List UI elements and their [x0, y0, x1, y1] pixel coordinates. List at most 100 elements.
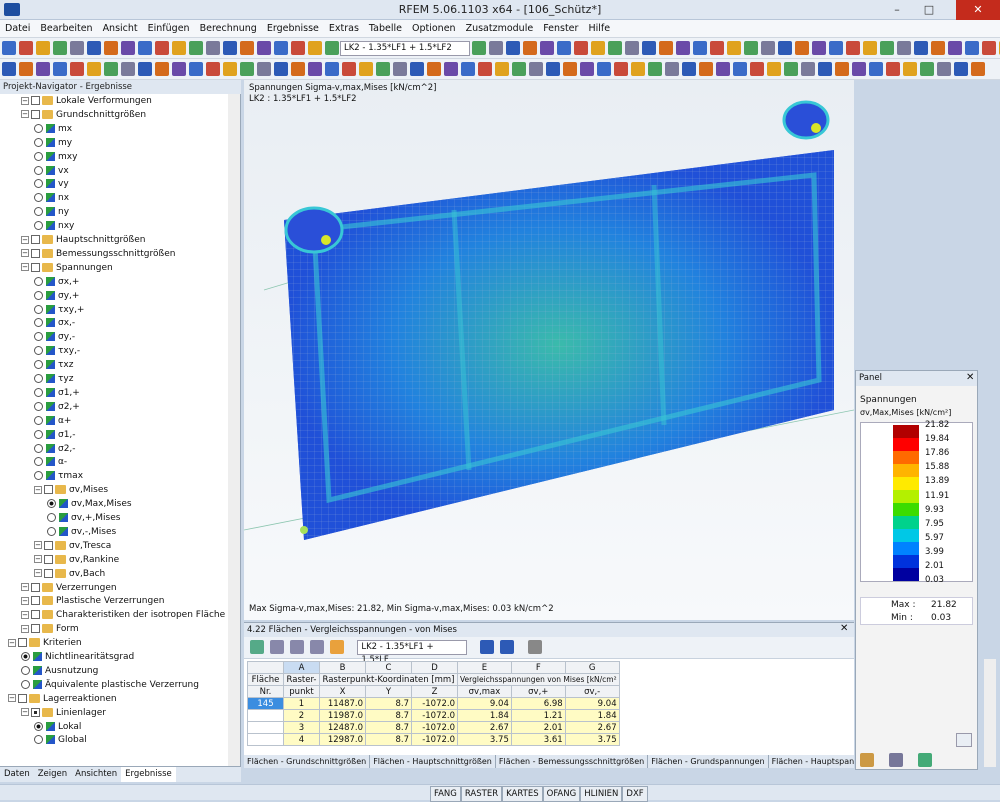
menu-ergebnisse[interactable]: Ergebnisse	[262, 20, 324, 38]
nav-item[interactable]: τxy,+	[34, 303, 84, 317]
toolbar1-tool-icon[interactable]	[189, 41, 203, 55]
toolbar1-tool-icon[interactable]	[914, 41, 928, 55]
nav-item[interactable]: σy,+	[34, 289, 79, 303]
expand-icon[interactable]: −	[21, 708, 29, 717]
toolbar1-tool-icon[interactable]	[863, 41, 877, 55]
toolbar2-tool-icon[interactable]	[563, 62, 577, 76]
toolbar2-tool-icon[interactable]	[87, 62, 101, 76]
toolbar2-tool-icon[interactable]	[835, 62, 849, 76]
scale-icon[interactable]	[888, 753, 903, 767]
expand-icon[interactable]: −	[34, 555, 42, 564]
checkbox[interactable]	[31, 596, 40, 606]
radio-button[interactable]	[34, 360, 43, 370]
toolbar1-tool-icon[interactable]	[240, 41, 254, 55]
toolbar2-tool-icon[interactable]	[376, 62, 390, 76]
nav-item[interactable]: τmax	[34, 469, 83, 483]
radio-button[interactable]	[47, 526, 56, 536]
checkbox[interactable]	[31, 248, 40, 258]
nav-item[interactable]: σ1,+	[34, 386, 80, 400]
nav-item[interactable]: ny	[34, 205, 69, 219]
toolbar1-tool-icon[interactable]	[557, 41, 571, 55]
cell-x[interactable]: 12487.0	[319, 721, 366, 734]
checkbox[interactable]	[31, 707, 40, 717]
cell-g[interactable]: 2.67	[564, 721, 620, 734]
expand-icon[interactable]: −	[8, 694, 16, 703]
checkbox[interactable]	[31, 109, 40, 119]
nav-item[interactable]: σ1,-	[34, 428, 76, 442]
radio-button[interactable]	[34, 457, 43, 467]
nav-item[interactable]: − Lokale Verformungen	[21, 94, 152, 108]
filter-icon[interactable]	[269, 640, 284, 654]
radio-button[interactable]	[21, 679, 30, 689]
nav-item[interactable]: − Lagerreaktionen	[8, 692, 117, 706]
radio-button[interactable]	[34, 443, 43, 453]
column-letter[interactable]: A	[283, 661, 320, 674]
nav-item[interactable]: − σv,Rankine	[34, 553, 119, 567]
toolbar2-tool-icon[interactable]	[70, 62, 84, 76]
toolbar1-tool-icon[interactable]	[778, 41, 792, 55]
cell-f[interactable]: 2.01	[510, 721, 566, 734]
nav-item[interactable]: − Plastische Verzerrungen	[21, 594, 164, 608]
toolbar2-tool-icon[interactable]	[359, 62, 373, 76]
nav-item[interactable]: − Kriterien	[8, 636, 82, 650]
toolbar2-tool-icon[interactable]	[512, 62, 526, 76]
expand-icon[interactable]: −	[34, 485, 42, 494]
toolbar2-tool-icon[interactable]	[886, 62, 900, 76]
radio-button[interactable]	[21, 652, 30, 661]
toolbar1-tool-icon[interactable]	[104, 41, 118, 55]
close-icon[interactable]: ✕	[956, 0, 1000, 20]
menu-fenster[interactable]: Fenster	[538, 20, 583, 38]
toolbar1-tool-icon[interactable]	[36, 41, 50, 55]
cell-x[interactable]: 11487.0	[319, 697, 366, 710]
cell-g[interactable]: 3.75	[564, 733, 620, 746]
menu-berechnung[interactable]: Berechnung	[195, 20, 262, 38]
cell-nr[interactable]: 145	[247, 697, 284, 710]
toolbar2-tool-icon[interactable]	[104, 62, 118, 76]
cell-y[interactable]: 8.7	[365, 697, 412, 710]
toolbar1-tool-icon[interactable]	[472, 41, 486, 55]
nav-item[interactable]: Lokal	[34, 720, 81, 734]
cell-g[interactable]: 1.84	[564, 709, 620, 722]
cell-z[interactable]: -1072.0	[411, 733, 458, 746]
nav-item[interactable]: − Hauptschnittgrößen	[21, 233, 145, 247]
toolbar2-tool-icon[interactable]	[818, 62, 832, 76]
toolbar2-tool-icon[interactable]	[121, 62, 135, 76]
toolbar1-tool-icon[interactable]	[2, 41, 16, 55]
cell-e[interactable]: 2.67	[457, 721, 512, 734]
toolbar2-tool-icon[interactable]	[546, 62, 560, 76]
radio-button[interactable]	[34, 207, 43, 217]
toolbar1-tool-icon[interactable]	[880, 41, 894, 55]
cell-nr[interactable]	[247, 721, 284, 734]
expand-icon[interactable]: −	[21, 610, 29, 619]
radio-button[interactable]	[34, 193, 43, 203]
toolbar1-tool-icon[interactable]	[982, 41, 996, 55]
table-row[interactable]: 145 1 11487.0 8.7 -1072.0 9.04 6.98 9.04	[247, 697, 620, 710]
toolbar2-tool-icon[interactable]	[172, 62, 186, 76]
nav-item[interactable]: − Bemessungsschnittgrößen	[21, 247, 175, 261]
column-letter[interactable]: D	[411, 661, 458, 674]
nav-item[interactable]: Global	[34, 733, 87, 747]
menu-hilfe[interactable]: Hilfe	[583, 20, 615, 38]
checkbox[interactable]	[44, 540, 53, 550]
toolbar2-tool-icon[interactable]	[665, 62, 679, 76]
cell-f[interactable]: 1.21	[510, 709, 566, 722]
toolbar1-tool-icon[interactable]	[693, 41, 707, 55]
cell-e[interactable]: 3.75	[457, 733, 512, 746]
table-scrollbar[interactable]	[984, 659, 996, 767]
table-row[interactable]: 3 12487.0 8.7 -1072.0 2.67 2.01 2.67	[247, 721, 620, 734]
menu-tabelle[interactable]: Tabelle	[364, 20, 407, 38]
toolbar1-tool-icon[interactable]	[710, 41, 724, 55]
toolbar2-tool-icon[interactable]	[750, 62, 764, 76]
cell-x[interactable]: 12987.0	[319, 733, 366, 746]
nav-item[interactable]: − Verzerrungen	[21, 581, 117, 595]
toolbar1-tool-icon[interactable]	[325, 41, 339, 55]
checkbox[interactable]	[44, 554, 53, 564]
toolbar1-tool-icon[interactable]	[540, 41, 554, 55]
toolbar1-tool-icon[interactable]	[87, 41, 101, 55]
checkbox[interactable]	[44, 568, 53, 578]
toolbar2-tool-icon[interactable]	[631, 62, 645, 76]
checkbox[interactable]	[31, 624, 40, 634]
cell-y[interactable]: 8.7	[365, 709, 412, 722]
toolbar2-tool-icon[interactable]	[971, 62, 985, 76]
table-row[interactable]: 4 12987.0 8.7 -1072.0 3.75 3.61 3.75	[247, 733, 620, 746]
